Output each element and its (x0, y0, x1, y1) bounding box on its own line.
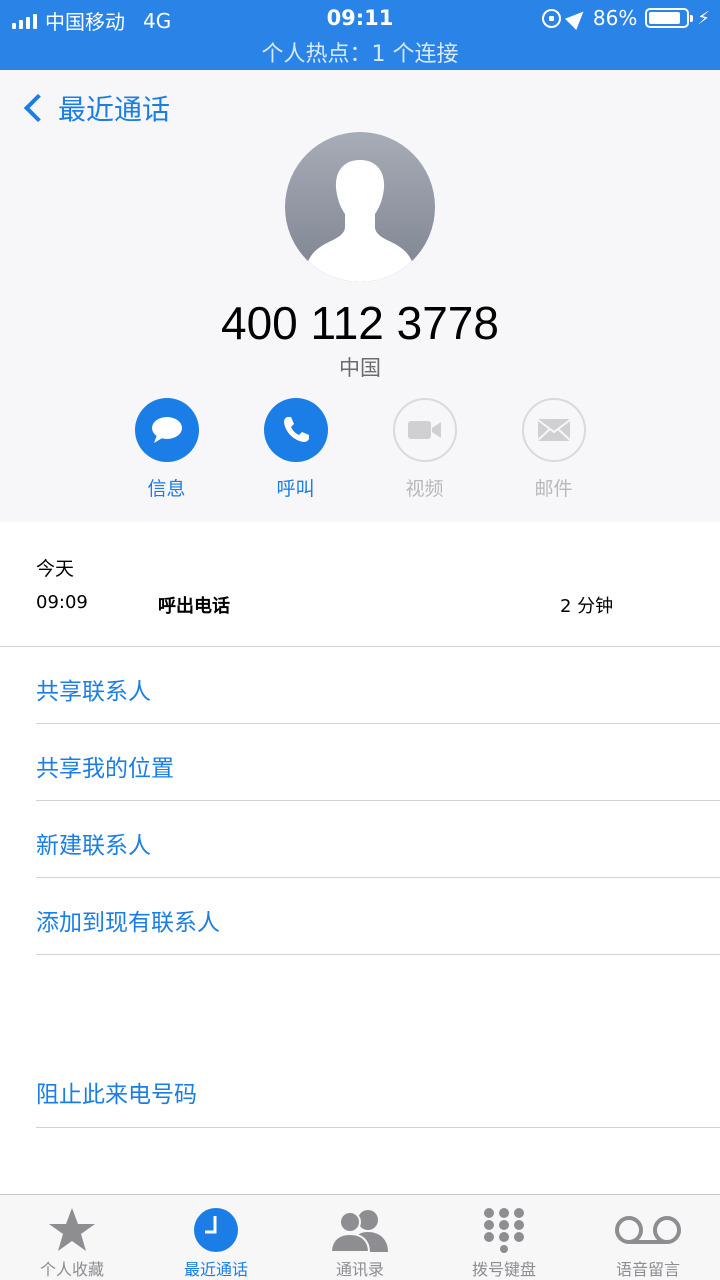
tab-label: 个人收藏 (39, 1260, 104, 1279)
add-to-existing-option[interactable]: 添加到现有联系人 (36, 903, 220, 937)
mail-label: 邮件 (534, 478, 573, 500)
tab-favorites[interactable]: 个人收藏 (0, 1195, 144, 1280)
call-record: 今天 09:09 呼出电话 2 分钟 (0, 522, 720, 646)
phone-number: 400 112 3778 (221, 297, 499, 349)
tab-keypad[interactable]: 拨号键盘 (432, 1195, 576, 1280)
battery-icon (645, 8, 694, 28)
back-label: 最近通话 (58, 93, 171, 126)
call-time: 09:09 (36, 592, 88, 613)
rotation-lock-icon (541, 8, 561, 28)
divider (36, 723, 720, 724)
battery-percent: 86% (592, 6, 638, 30)
star-icon (47, 1203, 97, 1256)
message-action[interactable]: 信息 (102, 398, 231, 501)
charging-icon: ⚡ (697, 7, 710, 29)
divider (0, 646, 720, 647)
message-label: 信息 (147, 478, 186, 500)
number-region: 中国 (339, 356, 381, 380)
share-contact-option[interactable]: 共享联系人 (36, 672, 151, 706)
video-label: 视频 (405, 478, 444, 500)
tab-label: 最近通话 (183, 1260, 248, 1279)
call-label: 呼叫 (276, 478, 315, 500)
divider (36, 800, 720, 801)
block-caller-option[interactable]: 阻止此来电号码 (36, 1075, 197, 1109)
keypad-icon (482, 1203, 526, 1256)
mail-icon[interactable] (521, 398, 586, 462)
share-location-option[interactable]: 共享我的位置 (36, 749, 174, 783)
tab-recents[interactable]: 最近通话 (144, 1195, 288, 1280)
voicemail-icon (614, 1203, 682, 1256)
call-duration: 2 分钟 (560, 596, 614, 617)
divider (36, 954, 720, 955)
action-row: 信息 呼叫 视频 邮件 (102, 398, 618, 501)
contacts-icon (330, 1203, 390, 1256)
tab-label: 拨号键盘 (471, 1260, 536, 1279)
back-button[interactable]: 最近通话 (20, 88, 170, 128)
person-silhouette-icon (307, 160, 413, 282)
location-icon (564, 5, 589, 31)
tab-voicemail[interactable]: 语音留言 (576, 1195, 720, 1280)
tab-label: 语音留言 (615, 1260, 680, 1279)
clock-icon (193, 1203, 239, 1256)
contact-header: 最近通话 400 112 3778 中国 信息 呼叫 视频 邮件 (0, 70, 720, 522)
hotspot-banner[interactable]: 个人热点：1 个连接 (0, 36, 720, 68)
divider (36, 877, 720, 878)
tab-label: 通讯录 (335, 1260, 384, 1279)
divider (36, 1127, 720, 1128)
video-action[interactable]: 视频 (360, 398, 489, 501)
video-icon[interactable] (392, 398, 457, 462)
status-bar: 中国移动 4G 09:11 86% ⚡ 个人热点：1 个连接 (0, 0, 720, 70)
chevron-left-icon (23, 93, 53, 123)
tab-contacts[interactable]: 通讯录 (288, 1195, 432, 1280)
tab-bar: 个人收藏 最近通话 通讯录 拨号键盘 语音留言 (0, 1194, 720, 1280)
call-action[interactable]: 呼叫 (231, 398, 360, 501)
phone-icon[interactable] (263, 398, 328, 462)
mail-action[interactable]: 邮件 (489, 398, 618, 501)
call-type: 呼出电话 (158, 596, 230, 617)
message-icon[interactable] (134, 398, 199, 462)
new-contact-option[interactable]: 新建联系人 (36, 826, 151, 860)
avatar (285, 132, 435, 282)
call-day: 今天 (36, 558, 75, 580)
